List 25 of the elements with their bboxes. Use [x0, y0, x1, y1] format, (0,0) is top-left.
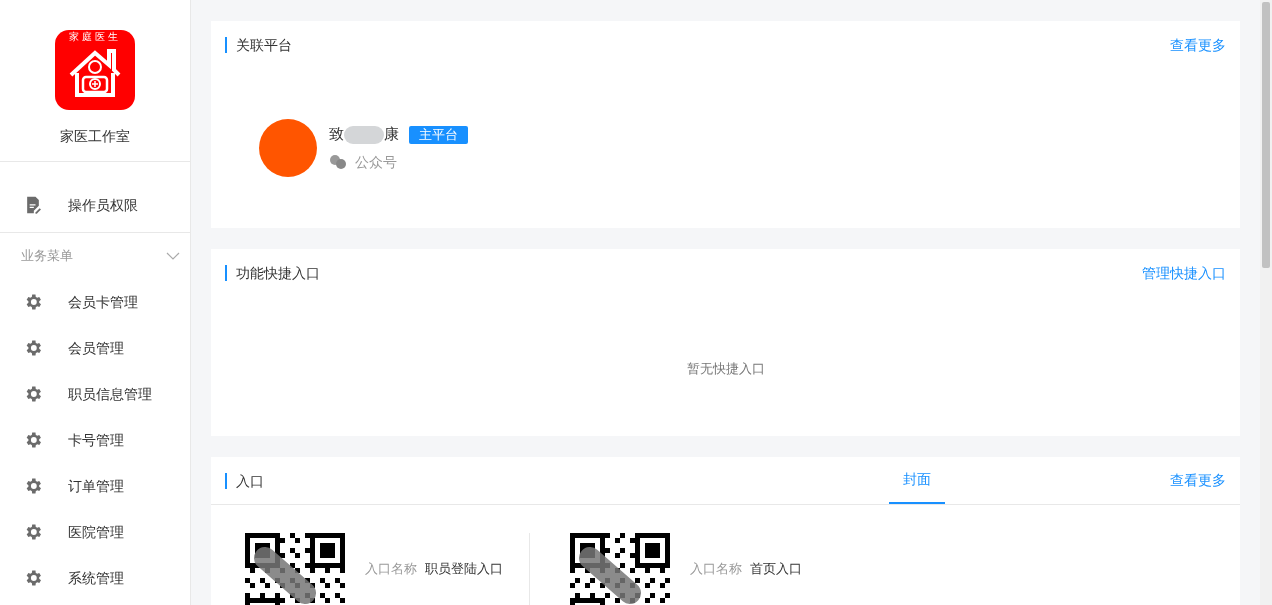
card-title: 入口 — [225, 472, 264, 489]
entry-name: 首页入口 — [750, 560, 802, 579]
app-logo: 家庭医生 — [55, 30, 135, 110]
entry-label: 入口名称 — [365, 560, 417, 579]
entry-label: 入口名称 — [690, 560, 742, 579]
card-title: 关联平台 — [225, 37, 292, 53]
menu-item[interactable]: 系统管理 — [0, 555, 190, 601]
blur-mask — [344, 125, 384, 144]
chat-icon — [329, 154, 347, 171]
account-type: 公众号 — [355, 152, 397, 172]
menu-item[interactable]: 会员卡管理 — [0, 279, 190, 325]
entry-name: 职员登陆入口 — [425, 560, 503, 579]
menu-item[interactable]: 卡号管理 — [0, 417, 190, 463]
avatar — [259, 119, 317, 177]
account-name: 致 — [329, 124, 344, 145]
card-title: 功能快捷入口 — [225, 265, 320, 281]
menu-item[interactable]: 会员管理 — [0, 325, 190, 371]
app-name: 家医工作室 — [60, 127, 130, 146]
menu-item[interactable]: 订单管理 — [0, 463, 190, 509]
account-name: 康 — [384, 124, 399, 145]
menu-item[interactable]: 操作员权限 — [0, 182, 190, 228]
empty-text: 暂无快捷入口 — [686, 360, 765, 378]
menu-item[interactable]: 医院管理 — [0, 509, 190, 555]
menu-item[interactable]: 职员信息管理 — [0, 371, 190, 417]
main-platform-badge: 主平台 — [409, 125, 468, 144]
